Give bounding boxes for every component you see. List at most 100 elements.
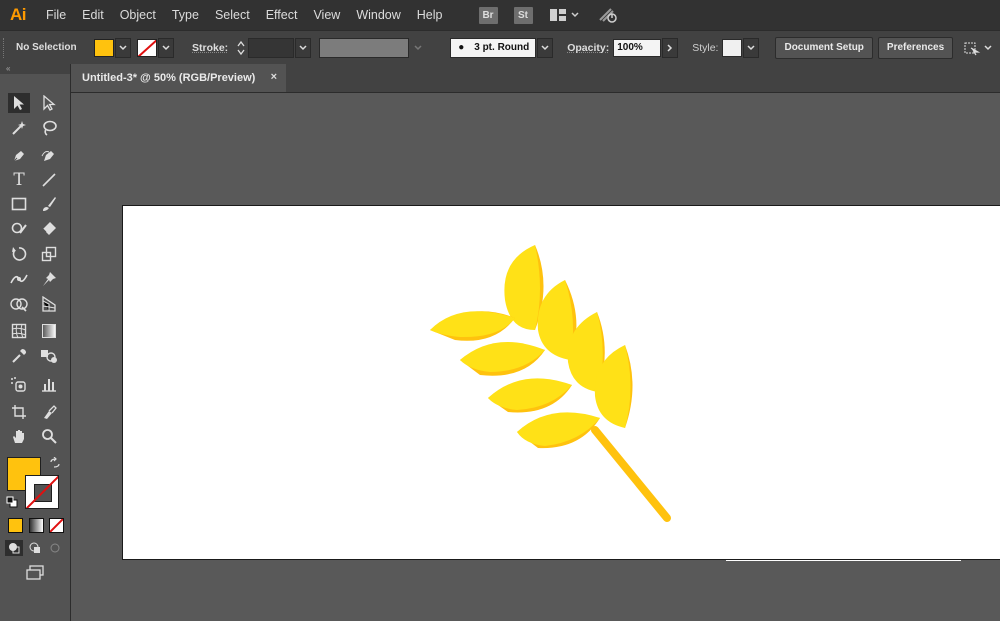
preferences-button[interactable]: Preferences	[878, 37, 953, 59]
pushpin-icon	[41, 271, 57, 287]
stroke-weight-input[interactable]	[248, 38, 294, 58]
menu-help[interactable]: Help	[409, 8, 451, 22]
variable-width-profile[interactable]	[319, 38, 409, 58]
color-mode-button[interactable]	[8, 518, 23, 533]
menu-view[interactable]: View	[305, 8, 348, 22]
mesh-tool[interactable]	[8, 321, 30, 341]
eyedropper-tool[interactable]	[8, 346, 30, 366]
paintbrush-tool[interactable]	[38, 194, 60, 214]
direct-selection-arrow-icon	[42, 95, 56, 111]
draw-inside-button[interactable]	[46, 540, 64, 556]
selection-arrow-icon	[12, 95, 26, 111]
menu-window[interactable]: Window	[348, 8, 408, 22]
graphic-style-swatch[interactable]	[722, 39, 742, 57]
menu-edit[interactable]: Edit	[74, 8, 112, 22]
stroke-swatch[interactable]	[137, 39, 157, 57]
bridge-button[interactable]: Br	[479, 7, 498, 24]
variable-width-dropdown[interactable]	[410, 38, 426, 58]
pen-tool[interactable]	[8, 146, 30, 166]
gradient-tool[interactable]	[38, 321, 60, 341]
draw-behind-icon	[29, 542, 41, 554]
artboard-tool[interactable]	[8, 402, 30, 422]
default-fill-stroke-icon[interactable]	[6, 496, 18, 508]
eraser-tool[interactable]	[38, 218, 60, 238]
chevron-down-icon	[162, 45, 170, 51]
menu-select[interactable]: Select	[207, 8, 258, 22]
document-setup-button[interactable]: Document Setup	[775, 37, 872, 59]
chevron-down-icon	[299, 45, 307, 51]
width-tool[interactable]	[8, 269, 30, 289]
perspective-grid-tool[interactable]	[38, 294, 60, 314]
line-segment-icon	[41, 172, 57, 188]
stroke-color-dropdown[interactable]	[158, 38, 174, 58]
zoom-icon	[41, 428, 57, 444]
zoom-tool[interactable]	[38, 426, 60, 446]
gpu-performance-icon[interactable]	[597, 6, 619, 24]
column-graph-tool[interactable]	[38, 374, 60, 394]
draw-inside-icon	[49, 542, 61, 554]
swap-fill-stroke-icon[interactable]	[49, 457, 61, 469]
shaper-tool[interactable]	[8, 218, 30, 238]
brush-definition[interactable]: ● 3 pt. Round	[450, 38, 536, 58]
symbol-sprayer-tool[interactable]	[8, 374, 30, 394]
puppet-warp-tool[interactable]	[38, 269, 60, 289]
selection-tool[interactable]	[8, 93, 30, 113]
tools-panel-collapse[interactable]: «	[0, 64, 70, 74]
curvature-pen-icon	[41, 148, 57, 164]
close-icon[interactable]: ×	[271, 71, 277, 83]
arrange-documents-button[interactable]	[549, 8, 579, 22]
screen-mode-icon	[25, 565, 45, 581]
stroke-weight-dropdown[interactable]	[295, 38, 311, 58]
draw-behind-button[interactable]	[26, 540, 44, 556]
stroke-color-box[interactable]	[25, 475, 59, 509]
draw-normal-button[interactable]	[5, 540, 23, 556]
stock-button[interactable]: St	[514, 7, 533, 24]
mesh-icon	[11, 323, 27, 339]
slice-tool[interactable]	[38, 402, 60, 422]
draw-normal-icon	[8, 542, 20, 554]
stepper-arrows-icon	[237, 40, 245, 56]
screen-mode-button[interactable]	[24, 564, 46, 582]
lasso-tool[interactable]	[38, 118, 60, 138]
scale-tool[interactable]	[38, 244, 60, 264]
selection-status: No Selection	[16, 42, 88, 53]
hand-tool[interactable]	[8, 426, 30, 446]
app-logo: Ai	[0, 0, 36, 30]
chevron-down-icon	[984, 45, 992, 51]
direct-selection-tool[interactable]	[38, 93, 60, 113]
shape-builder-tool[interactable]	[8, 294, 30, 314]
rotate-icon	[11, 246, 27, 262]
curvature-tool[interactable]	[38, 146, 60, 166]
fill-dropdown[interactable]	[115, 38, 131, 58]
stroke-weight-stepper[interactable]	[236, 39, 246, 57]
panel-grip[interactable]	[3, 38, 8, 58]
type-tool[interactable]: T	[8, 170, 30, 190]
menu-object[interactable]: Object	[112, 8, 164, 22]
opacity-input[interactable]: 100%	[613, 39, 661, 57]
document-tab[interactable]: Untitled-3* @ 50% (RGB/Preview) ×	[71, 64, 286, 92]
menu-type[interactable]: Type	[164, 8, 207, 22]
brush-dot-icon: ●	[458, 42, 464, 53]
gradient-mode-button[interactable]	[29, 518, 44, 533]
opacity-label[interactable]: Opacity:	[567, 42, 609, 54]
rotate-tool[interactable]	[8, 244, 30, 264]
opacity-dropdown[interactable]	[662, 38, 678, 58]
none-slash-icon	[50, 519, 63, 532]
stroke-label[interactable]: Stroke:	[192, 42, 228, 54]
fill-swatch[interactable]	[94, 39, 114, 57]
artboard-edge-mark	[726, 560, 961, 561]
wheat-artwork[interactable]	[425, 238, 675, 523]
magic-wand-tool[interactable]	[8, 118, 30, 138]
brush-dropdown[interactable]	[537, 38, 553, 58]
line-segment-tool[interactable]	[38, 170, 60, 190]
eyedropper-icon	[11, 348, 27, 364]
menu-file[interactable]: File	[36, 8, 74, 22]
chevron-right-icon	[667, 44, 673, 52]
none-mode-button[interactable]	[49, 518, 64, 533]
blend-tool[interactable]	[38, 346, 60, 366]
document-tab-strip: Untitled-3* @ 50% (RGB/Preview) ×	[71, 64, 1000, 93]
transform-menu-button[interactable]	[963, 40, 992, 56]
menu-effect[interactable]: Effect	[258, 8, 306, 22]
rectangle-tool[interactable]	[8, 194, 30, 214]
style-dropdown[interactable]	[743, 38, 759, 58]
